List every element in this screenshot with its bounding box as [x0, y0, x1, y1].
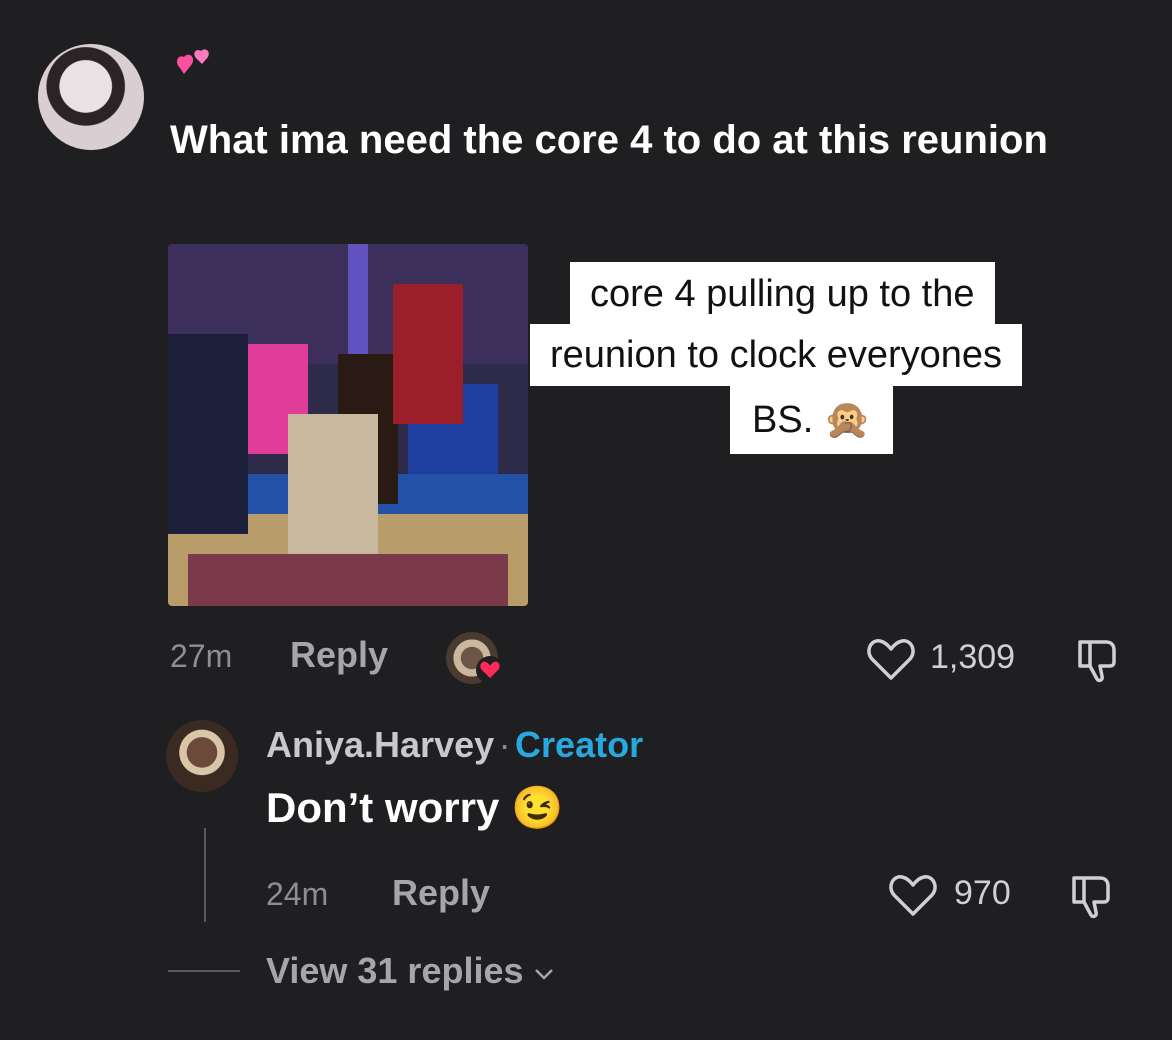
- reply-username[interactable]: Aniya.Harvey: [266, 724, 494, 765]
- heart-outline-icon: [867, 639, 915, 680]
- creator-badge: Creator: [515, 724, 644, 765]
- hearts-emoji-icon: [170, 46, 216, 92]
- reply-button[interactable]: Reply: [290, 634, 388, 676]
- like-button[interactable]: [866, 636, 916, 682]
- dislike-button[interactable]: [1072, 636, 1126, 684]
- image-caption-line1: core 4 pulling up to the: [570, 262, 995, 326]
- comment-text: What ima need the core 4 to do at this r…: [170, 118, 1048, 162]
- chevron-down-icon: [535, 969, 553, 980]
- dislike-icon: [1078, 640, 1116, 683]
- reply-text: Don’t worry 😉: [266, 784, 564, 831]
- like-count: 1,309: [930, 638, 1016, 676]
- comment-time: 27m: [170, 638, 233, 674]
- dislike-icon: [1072, 876, 1110, 919]
- heart-badge-icon: [476, 656, 504, 684]
- thread-line: [204, 828, 206, 922]
- comment-image[interactable]: [168, 244, 528, 606]
- commenter-avatar[interactable]: [38, 44, 144, 150]
- reply-dislike-button[interactable]: [1066, 872, 1120, 920]
- separator-dot: ·: [498, 724, 511, 765]
- reply-header: Aniya.Harvey · Creator: [266, 724, 643, 766]
- image-caption-line2: reunion to clock everyones: [530, 324, 1023, 386]
- reply-to-reply-button[interactable]: Reply: [392, 872, 490, 914]
- image-caption-line3: BS. 🙊: [730, 386, 894, 454]
- reply-avatar[interactable]: [166, 720, 238, 792]
- view-replies-divider: [168, 970, 240, 972]
- reply-like-count: 970: [954, 874, 1011, 912]
- heart-outline-icon: [889, 875, 937, 916]
- reply-like-button[interactable]: [888, 872, 938, 918]
- reply-time: 24m: [266, 876, 329, 912]
- view-replies-label: View 31 replies: [266, 950, 524, 991]
- view-replies-button[interactable]: View 31 replies: [266, 950, 556, 992]
